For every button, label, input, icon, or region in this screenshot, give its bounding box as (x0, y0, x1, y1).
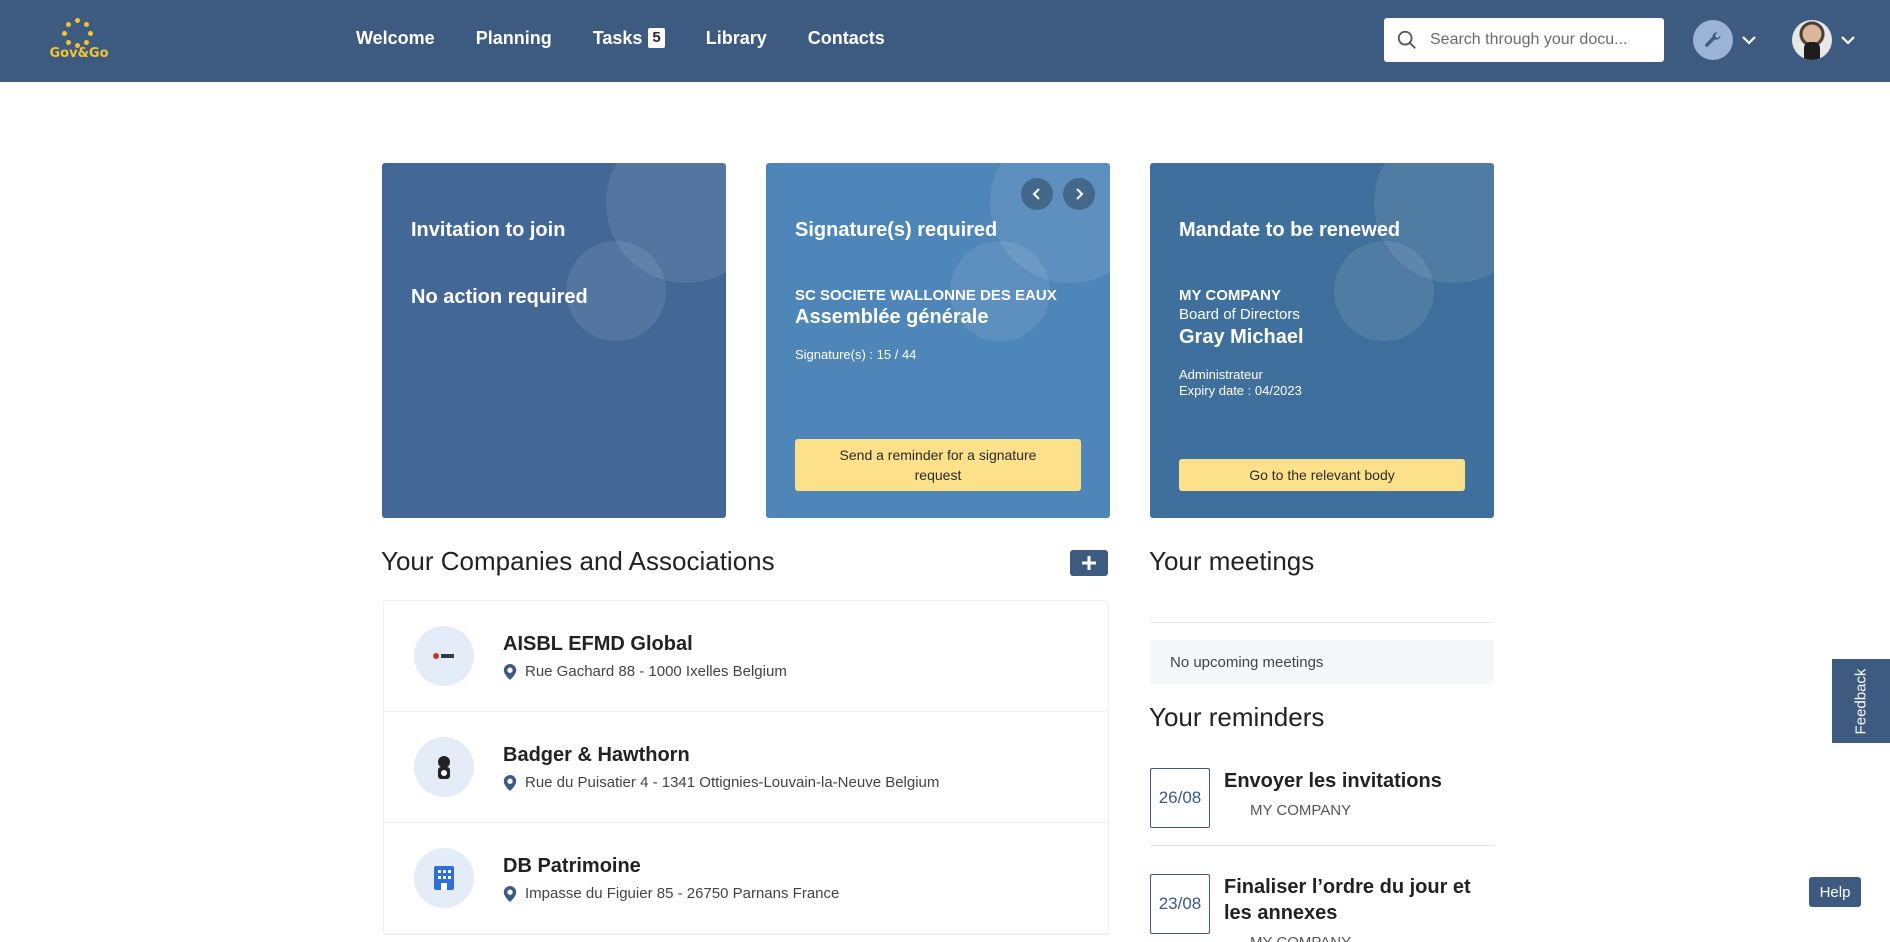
tools-menu-button[interactable] (1693, 20, 1757, 60)
logo-text: Gov&Go (49, 46, 109, 61)
card-meeting: Assemblée générale (795, 306, 989, 328)
company-name: Badger & Hawthorn (503, 744, 690, 766)
nav-tasks[interactable]: Tasks 5 (593, 28, 665, 49)
reminder-item[interactable]: 26/08 Envoyer les invitations MY COMPANY (1150, 768, 1494, 846)
chevron-down-icon (1742, 36, 1756, 45)
company-address-text: Rue du Puisatier 4 - 1341 Ottignies-Louv… (525, 774, 940, 791)
tasks-count-badge: 5 (648, 28, 665, 48)
signature-card: Signature(s) required SC SOCIETE WALLONN… (766, 163, 1110, 518)
plus-icon (1082, 556, 1096, 570)
company-address: Rue Gachard 88 - 1000 Ixelles Belgium (503, 663, 787, 680)
company-address-text: Rue Gachard 88 - 1000 Ixelles Belgium (525, 663, 787, 680)
invitation-card: Invitation to join No action required (382, 163, 726, 518)
go-to-body-button[interactable]: Go to the relevant body (1179, 459, 1465, 491)
logo-dots-icon (62, 18, 94, 48)
map-pin-icon (503, 774, 517, 791)
govandgo-logo[interactable]: Gov&Go (44, 18, 114, 64)
reminder-date: 26/08 (1150, 768, 1210, 828)
card-body: Board of Directors (1179, 306, 1300, 323)
search-input[interactable] (1430, 31, 1640, 49)
company-logo-icon (414, 626, 474, 686)
card-organization: SC SOCIETE WALLONNE DES EAUX (795, 287, 1057, 304)
feedback-tab[interactable]: Feedback (1832, 659, 1890, 743)
nav-contacts-label: Contacts (807, 27, 885, 48)
card-decoration (1334, 241, 1434, 341)
nav-library-label: Library (705, 27, 767, 48)
card-organization: MY COMPANY (1179, 287, 1281, 304)
card-title: Signature(s) required (795, 219, 998, 241)
reminder-title: Envoyer les invitations (1224, 770, 1442, 792)
search-icon (1397, 30, 1416, 49)
top-navigation-bar: Gov&Go Welcome Planning Tasks 5 Library C… (0, 0, 1890, 82)
companies-title: Your Companies and Associations (381, 546, 775, 576)
reminder-title: Finaliser l’ordre du jour et les annexes (1224, 876, 1471, 924)
reminder-company: MY COMPANY (1250, 802, 1352, 819)
card-subtitle: No action required (411, 286, 588, 308)
avatar (1792, 20, 1832, 60)
company-row[interactable]: Badger & Hawthorn Rue du Puisatier 4 - 1… (384, 712, 1108, 823)
card-title: Invitation to join (411, 219, 566, 241)
card-person: Gray Michael (1179, 326, 1304, 348)
reminder-company: MY COMPANY (1250, 934, 1351, 942)
company-row[interactable]: AISBL EFMD Global Rue Gachard 88 - 1000 … (384, 601, 1108, 712)
no-meetings-message: No upcoming meetings (1150, 640, 1494, 684)
divider (1150, 622, 1494, 623)
company-name: DB Patrimoine (503, 855, 641, 877)
company-address: Rue du Puisatier 4 - 1341 Ottignies-Louv… (503, 774, 939, 791)
mandate-card: Mandate to be renewed MY COMPANY Board o… (1150, 163, 1494, 518)
nav-welcome[interactable]: Welcome (356, 28, 435, 49)
send-reminder-button[interactable]: Send a reminder for a signature request (795, 439, 1081, 491)
reminders-title: Your reminders (1149, 702, 1325, 732)
main-nav: Welcome Planning Tasks 5 Library Contacts (356, 0, 926, 76)
reminder-item[interactable]: 23/08 Finaliser l’ordre du jour et les a… (1150, 874, 1494, 942)
chevron-left-icon (1032, 188, 1040, 200)
search-box[interactable] (1384, 18, 1664, 62)
nav-library[interactable]: Library (706, 28, 767, 49)
nav-planning[interactable]: Planning (476, 28, 552, 49)
add-company-button[interactable] (1070, 550, 1108, 576)
user-menu-button[interactable] (1792, 20, 1856, 60)
company-logo-icon (414, 737, 474, 797)
company-row[interactable]: DB Patrimoine Impasse du Figuier 85 - 26… (384, 823, 1108, 934)
signature-count: Signature(s) : 15 / 44 (795, 347, 917, 362)
company-name: AISBL EFMD Global (503, 633, 693, 655)
nav-contacts[interactable]: Contacts (808, 28, 885, 49)
reminder-date: 23/08 (1150, 874, 1210, 934)
building-icon (414, 848, 474, 908)
card-title: Mandate to be renewed (1179, 219, 1401, 241)
company-address: Impasse du Figuier 85 - 26750 Parnans Fr… (503, 885, 839, 902)
map-pin-icon (503, 663, 517, 680)
nav-planning-label: Planning (475, 27, 552, 48)
nav-welcome-label: Welcome (356, 27, 435, 48)
card-expiry: Expiry date : 04/2023 (1179, 383, 1302, 398)
carousel-prev-button[interactable] (1021, 178, 1053, 210)
nav-tasks-label: Tasks (592, 27, 643, 48)
feedback-label: Feedback (1852, 668, 1870, 734)
chevron-down-icon (1841, 36, 1855, 45)
company-address-text: Impasse du Figuier 85 - 26750 Parnans Fr… (525, 885, 840, 902)
card-role: Administrateur (1179, 367, 1263, 382)
map-pin-icon (503, 885, 517, 902)
company-list: AISBL EFMD Global Rue Gachard 88 - 1000 … (383, 600, 1109, 935)
meetings-title: Your meetings (1149, 546, 1315, 576)
wrench-icon (1693, 20, 1733, 60)
carousel-next-button[interactable] (1063, 178, 1095, 210)
help-button[interactable]: Help (1809, 877, 1861, 907)
chevron-right-icon (1076, 188, 1084, 200)
